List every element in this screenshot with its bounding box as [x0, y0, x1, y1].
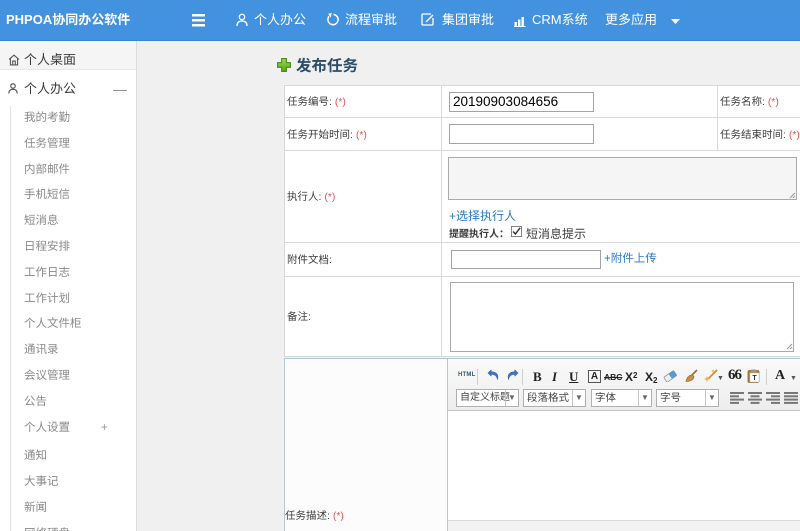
- svg-text:T: T: [752, 375, 757, 382]
